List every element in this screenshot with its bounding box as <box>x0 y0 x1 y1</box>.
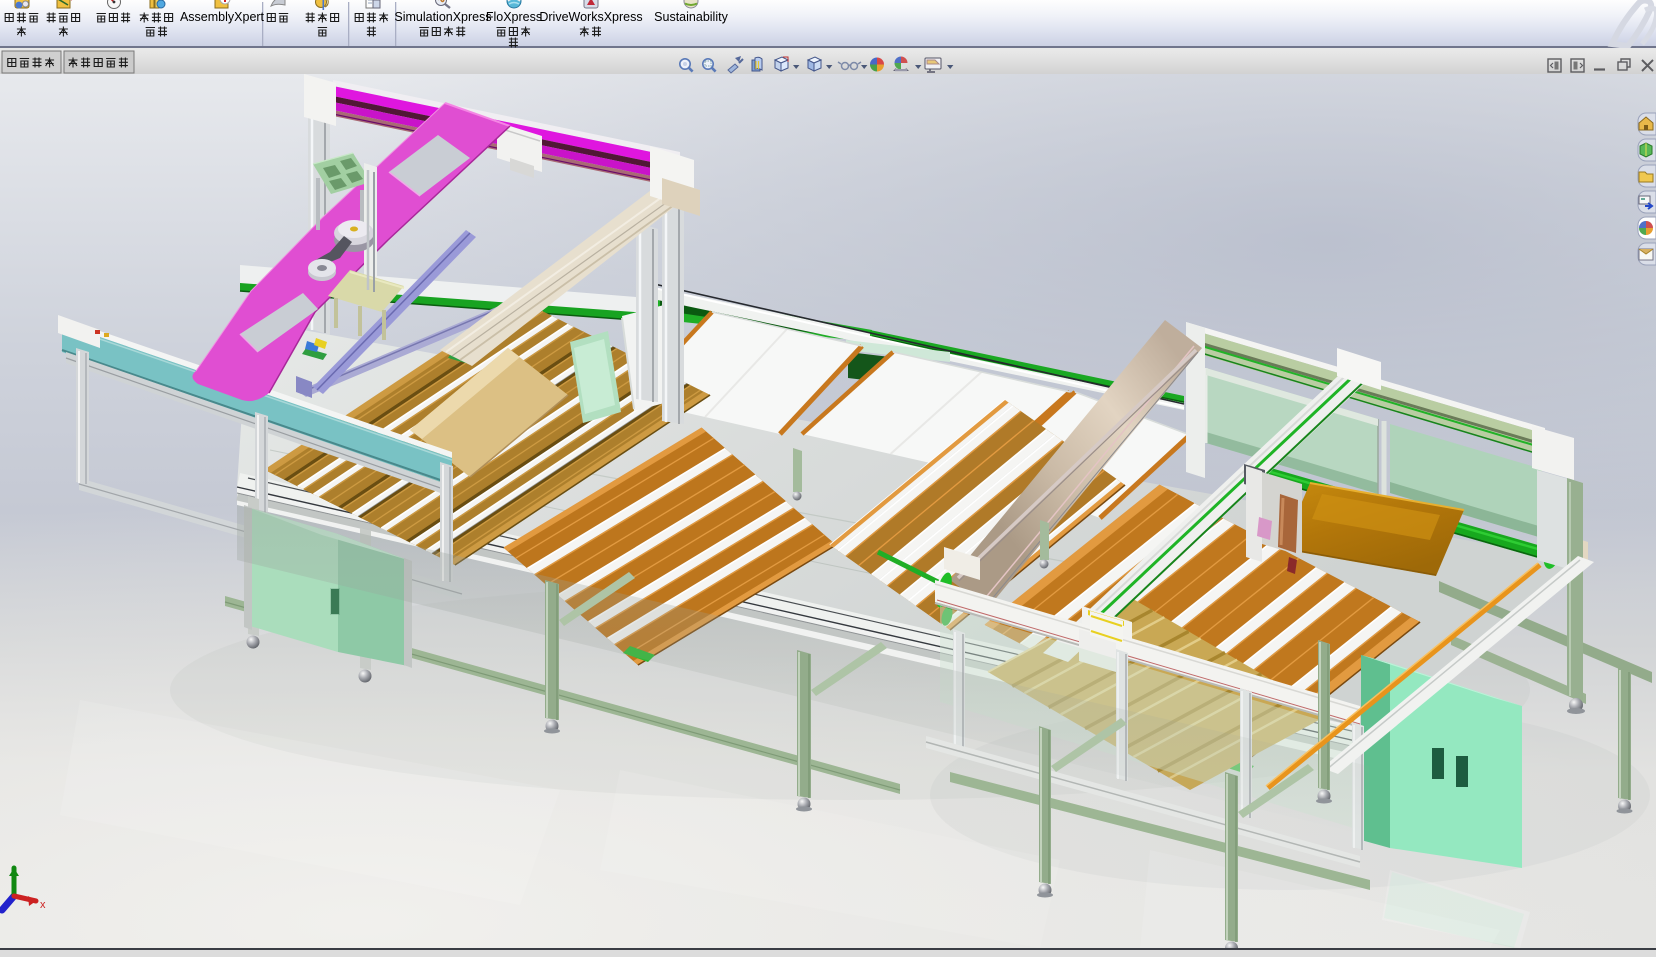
svg-text:SimulationXpress: SimulationXpress <box>394 10 491 24</box>
svg-text:x: x <box>40 899 46 911</box>
svg-text:AssemblyXpert: AssemblyXpert <box>180 10 265 24</box>
svg-text:Sustainability: Sustainability <box>654 10 728 24</box>
svg-text:FloXpress: FloXpress <box>486 10 542 24</box>
svg-text:DriveWorksXpress: DriveWorksXpress <box>539 10 642 24</box>
